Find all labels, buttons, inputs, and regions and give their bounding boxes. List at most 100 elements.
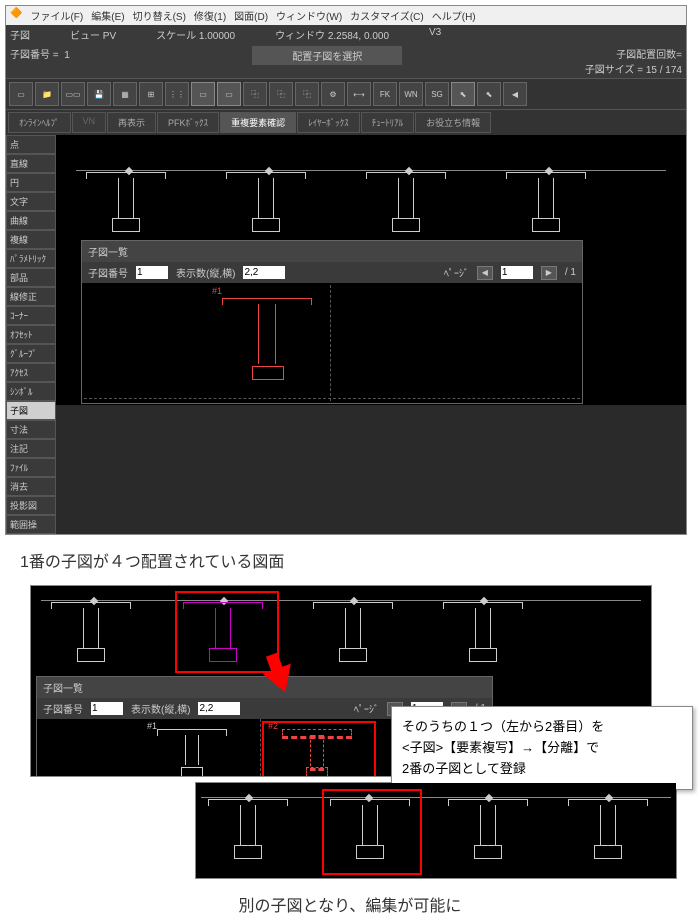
callout-text: そのうちの１つ（左から2番目）を <子図>【要素複写】→【分離】で 2番の子図と… — [391, 706, 693, 790]
caption-2: 別の子図となり、編集が可能に — [0, 884, 700, 924]
cmd-pfk[interactable]: PFKﾎﾞｯｸｽ — [157, 112, 219, 133]
childno-label: 子図番号 — [88, 265, 128, 280]
tool-overlay-icon[interactable]: ▭▭ — [61, 82, 85, 106]
side-line[interactable]: 直線 — [6, 154, 56, 173]
side-part[interactable]: 部品 — [6, 268, 56, 287]
tool-grid-icon[interactable]: ▦ — [113, 82, 137, 106]
side-curve[interactable]: 曲線 — [6, 211, 56, 230]
page-input[interactable] — [501, 266, 533, 279]
menu-switch[interactable]: 切り替え(S) — [133, 8, 186, 23]
cmd-vn[interactable]: VN — [72, 112, 107, 133]
cmd-online-help[interactable]: ｵﾝﾗｲﾝﾍﾙﾌﾟ — [8, 112, 71, 133]
info-child: 子図 — [10, 27, 30, 42]
disp-label: 表示数(縦,横) — [176, 265, 235, 280]
caption-1: 1番の子図が４つ配置されている図面 — [0, 540, 700, 580]
side-point[interactable]: 点 — [6, 135, 56, 154]
beam3-1 — [208, 799, 288, 859]
tool-layer2-icon[interactable]: ⿻ — [295, 82, 319, 106]
beam2-1 — [51, 602, 131, 662]
tool-dots-icon[interactable]: ⋮⋮ — [165, 82, 189, 106]
tool-grid2-icon[interactable]: ⊞ — [139, 82, 163, 106]
disp-input[interactable] — [243, 266, 285, 279]
tool-cursor-icon[interactable]: ⬉ — [451, 82, 475, 106]
tool-layer-icon[interactable]: ⿻ — [269, 82, 293, 106]
child-list-body[interactable]: #1 — [82, 283, 582, 403]
beam2-4 — [443, 602, 523, 662]
page-prev-icon[interactable]: ◀ — [477, 266, 493, 280]
tool-fk[interactable]: FK — [373, 82, 397, 106]
side-symbol[interactable]: ｼﾝﾎﾞﾙ — [6, 382, 56, 401]
child-list-panel: 子図一覧 子図番号 表示数(縦,横) ﾍﾟｰｼﾞ ◀ ▶ / 1 #1 — [81, 240, 583, 404]
child-preview-2a[interactable] — [157, 729, 227, 776]
disp-input-2[interactable] — [198, 702, 240, 715]
info-view: ビュー PV — [70, 27, 116, 42]
toolbar: ▭ 📁 ▭▭ 💾 ▦ ⊞ ⋮⋮ ▭ ▭ ⿻ ⿻ ⿻ ⚙ ⟷ FK WN SG ⬉… — [6, 78, 686, 110]
tool-dim-icon[interactable]: ⟷ — [347, 82, 371, 106]
info-scale: スケール 1.00000 — [156, 27, 235, 42]
child-tag-1: #1 — [212, 286, 222, 296]
tool-select-icon[interactable]: ▭ — [191, 82, 215, 106]
child-list-title: 子図一覧 — [82, 241, 582, 262]
side-child[interactable]: 子図 — [6, 401, 56, 420]
cmd-layer[interactable]: ﾚｲﾔｰﾎﾞｯｸｽ — [297, 112, 360, 133]
tool-back-icon[interactable]: ◀ — [503, 82, 527, 106]
cmd-redraw[interactable]: 再表示 — [107, 112, 156, 133]
tool-config-icon[interactable]: ⚙ — [321, 82, 345, 106]
cmd-useful[interactable]: お役立ち情報 — [415, 112, 491, 133]
side-file[interactable]: ﾌｧｲﾙ — [6, 458, 56, 477]
side-circle[interactable]: 円 — [6, 173, 56, 192]
side-parametric[interactable]: ﾊﾟﾗﾒﾄﾘｯｸ — [6, 249, 56, 268]
side-text[interactable]: 文字 — [6, 192, 56, 211]
side-dim[interactable]: 寸法 — [6, 420, 56, 439]
child-preview-2b[interactable] — [282, 729, 352, 776]
menu-repair[interactable]: 修復(1) — [194, 8, 226, 23]
drawing-canvas[interactable]: 子図一覧 子図番号 表示数(縦,横) ﾍﾟｰｼﾞ ◀ ▶ / 1 #1 — [56, 135, 686, 405]
beam2-2 — [183, 602, 263, 662]
page-total: / 1 — [565, 267, 576, 278]
cmd-tutorial[interactable]: ﾁｭｰﾄﾘｱﾙ — [361, 112, 415, 133]
side-proj[interactable]: 投影図 — [6, 496, 56, 515]
tool-new-icon[interactable]: ▭ — [9, 82, 33, 106]
menu-help[interactable]: ヘルプ(H) — [432, 8, 476, 23]
tool-open-icon[interactable]: 📁 — [35, 82, 59, 106]
side-range[interactable]: 範囲操 — [6, 515, 56, 534]
canvas-3[interactable] — [196, 783, 676, 878]
tool-save-icon[interactable]: 💾 — [87, 82, 111, 106]
side-note[interactable]: 注記 — [6, 439, 56, 458]
command-bar: ｵﾝﾗｲﾝﾍﾙﾌﾟ VN 再表示 PFKﾎﾞｯｸｽ 重複要素確認 ﾚｲﾔｰﾎﾞｯ… — [6, 110, 686, 135]
side-offset[interactable]: ｵﾌｾｯﾄ — [6, 325, 56, 344]
tool-wn[interactable]: WN — [399, 82, 423, 106]
info-bar: 子図 ビュー PV スケール 1.00000 ウィンドウ 2.2584, 0.0… — [6, 25, 686, 44]
side-linefix[interactable]: 線修正 — [6, 287, 56, 306]
tool-copy-icon[interactable]: ⿻ — [243, 82, 267, 106]
status-title: 配置子図を選択 — [252, 46, 402, 65]
sidebar: 点 直線 円 文字 曲線 複線 ﾊﾟﾗﾒﾄﾘｯｸ 部品 線修正 ｺｰﾅｰ ｵﾌｾ… — [6, 135, 56, 534]
beam2-3 — [313, 602, 393, 662]
tool-select2-icon[interactable]: ▭ — [217, 82, 241, 106]
tool-cursor2-icon[interactable]: ⬉ — [477, 82, 501, 106]
info-v3: V3 — [429, 27, 441, 42]
side-corner[interactable]: ｺｰﾅｰ — [6, 306, 56, 325]
menu-figure[interactable]: 図面(D) — [234, 8, 268, 23]
menu-file[interactable]: ファイル(F) — [30, 8, 83, 23]
menu-edit[interactable]: 編集(E) — [91, 8, 124, 23]
menu-bar: 🔶 ファイル(F) 編集(E) 切り替え(S) 修復(1) 図面(D) ウィンド… — [6, 6, 686, 25]
info-bar-2: 子図番号 = 1 配置子図を選択 子図配置回数= 子図サイズ = 15 / 17… — [6, 44, 686, 78]
page-next-icon[interactable]: ▶ — [541, 266, 557, 280]
cmd-param[interactable]: 重複要素確認 — [220, 112, 296, 133]
beam-2 — [226, 172, 306, 232]
menu-window[interactable]: ウィンドウ(W) — [276, 8, 342, 23]
side-erase[interactable]: 消去 — [6, 477, 56, 496]
childno-input[interactable] — [136, 266, 168, 279]
beam-3 — [366, 172, 446, 232]
tool-sg[interactable]: SG — [425, 82, 449, 106]
childno-input-2[interactable] — [91, 702, 123, 715]
menu-customize[interactable]: カスタマイズ(C) — [350, 8, 424, 23]
side-multi[interactable]: 複線 — [6, 230, 56, 249]
side-access[interactable]: ｱｸｾｽ — [6, 363, 56, 382]
info-window: ウィンドウ 2.2584, 0.000 — [275, 27, 389, 42]
side-group[interactable]: ｸﾞﾙｰﾌﾟ — [6, 344, 56, 363]
child-preview-1[interactable] — [222, 298, 312, 388]
beam-1 — [86, 172, 166, 232]
beam3-4 — [568, 799, 648, 859]
